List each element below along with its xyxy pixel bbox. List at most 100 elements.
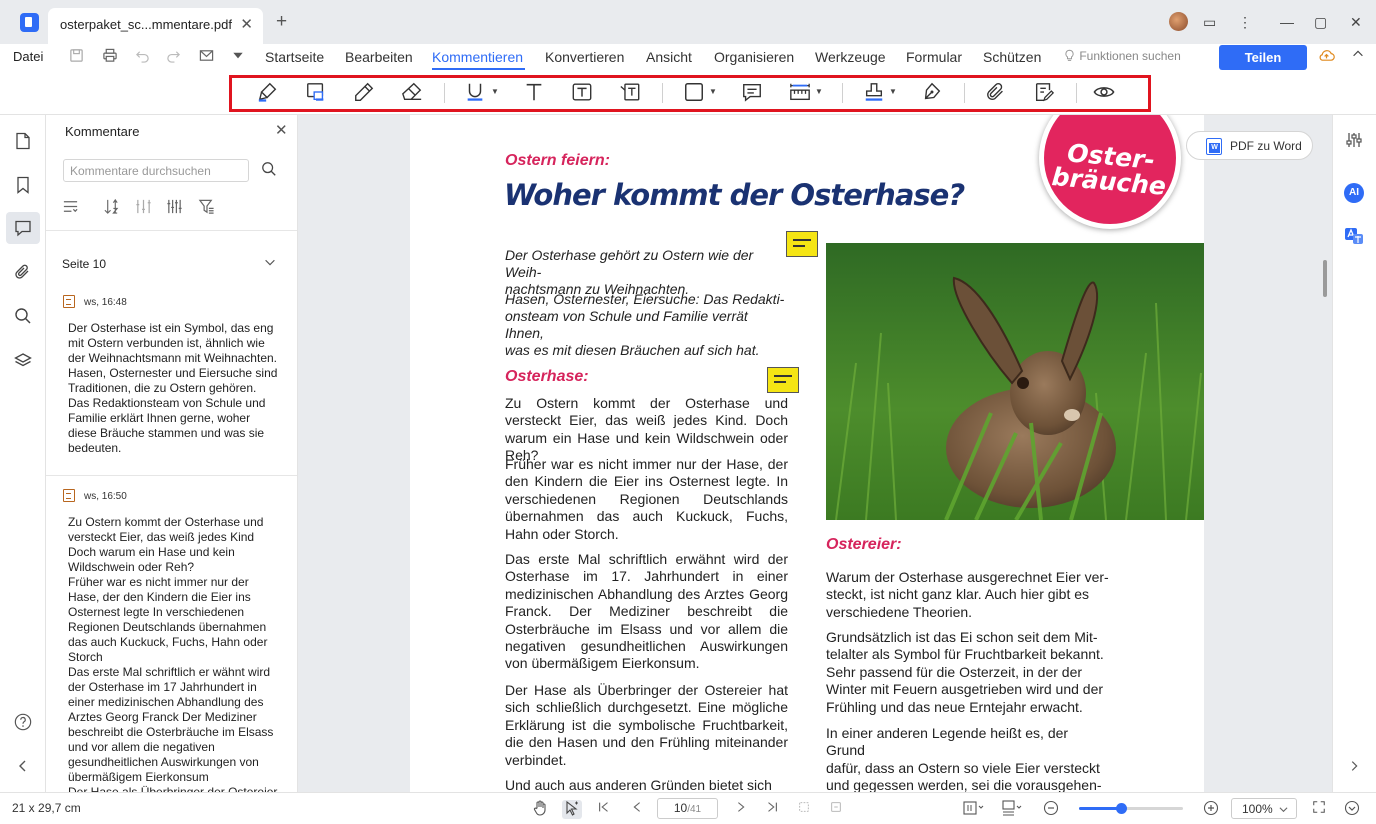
menu-werkzeuge[interactable]: Werkzeuge — [815, 49, 886, 65]
hare-photo — [826, 243, 1204, 520]
search-icon[interactable] — [13, 306, 33, 326]
comment-text[interactable]: Zu Ostern kommt der Osterhase und verste… — [68, 515, 278, 792]
avatar[interactable] — [1169, 12, 1188, 31]
comment-note-marker[interactable] — [767, 367, 799, 393]
ai-assistant-icon[interactable]: AI — [1343, 182, 1365, 204]
zoom-slider-handle[interactable] — [1115, 803, 1127, 814]
sticky-note-icon[interactable] — [1031, 81, 1057, 103]
toolbar-separator — [662, 83, 663, 103]
pencil-icon[interactable] — [351, 81, 377, 103]
menu-konvertieren[interactable]: Konvertieren — [545, 49, 624, 65]
text-icon[interactable] — [521, 81, 547, 103]
close-window-button[interactable]: ✕ — [1350, 12, 1362, 32]
callout-icon[interactable] — [617, 81, 643, 103]
minimize-button[interactable]: — — [1280, 12, 1294, 32]
share-button[interactable]: Teilen — [1219, 45, 1307, 70]
previous-page-icon[interactable] — [630, 800, 644, 817]
menu-bearbeiten[interactable]: Bearbeiten — [345, 49, 413, 65]
chevron-down-icon[interactable]: ▼ — [491, 87, 499, 96]
zoom-in-icon[interactable] — [1203, 800, 1219, 819]
pdf-to-word-button[interactable]: PDF zu Word — [1186, 131, 1313, 160]
attachment-icon[interactable] — [983, 81, 1009, 103]
close-icon[interactable]: ✕ — [275, 121, 288, 139]
zoom-select[interactable]: 100% — [1231, 798, 1297, 819]
redo-icon[interactable] — [166, 48, 181, 66]
mail-icon[interactable] — [199, 48, 214, 66]
shape-icon[interactable] — [681, 81, 707, 103]
document-tab[interactable]: osterpaket_sc...mmentare.pdf ✕ — [48, 8, 263, 44]
fullscreen-icon[interactable] — [1312, 800, 1326, 817]
collapse-ribbon-icon[interactable] — [1351, 47, 1365, 64]
comment-text[interactable]: Der Osterhase ist ein Symbol, das eng mi… — [68, 321, 278, 456]
select-tool-icon[interactable] — [562, 800, 582, 819]
bookmark-icon[interactable] — [13, 175, 33, 195]
filter-type-icon[interactable] — [166, 198, 183, 218]
filter-icon[interactable] — [198, 198, 215, 218]
page-thumbnail-icon[interactable] — [13, 131, 33, 151]
chevron-down-icon[interactable]: ▼ — [815, 87, 823, 96]
undo-icon[interactable] — [135, 48, 150, 66]
search-icon[interactable] — [261, 161, 277, 180]
comment-note-marker[interactable] — [786, 231, 818, 257]
translate-icon[interactable] — [1343, 225, 1365, 247]
menu-file[interactable]: Datei — [13, 49, 43, 64]
page-layout-icon[interactable] — [963, 800, 985, 819]
more-options-icon[interactable]: ⋮ — [1238, 12, 1252, 32]
vertical-scrollbar[interactable] — [1323, 260, 1327, 297]
next-page-icon[interactable] — [734, 800, 748, 817]
hand-tool-icon[interactable] — [532, 800, 548, 819]
collapse-all-icon[interactable] — [62, 198, 79, 218]
help-icon[interactable] — [13, 712, 33, 732]
first-page-icon[interactable] — [597, 800, 611, 817]
properties-icon[interactable] — [1343, 129, 1365, 151]
scroll-mode-icon[interactable] — [1002, 800, 1024, 819]
attachment-panel-icon[interactable] — [13, 262, 33, 282]
sort-icon[interactable] — [103, 198, 120, 218]
page-group-label[interactable]: Seite 10 — [62, 257, 106, 271]
menu-kommentieren[interactable]: Kommentieren — [432, 49, 523, 65]
zoom-slider[interactable] — [1079, 803, 1183, 814]
maximize-button[interactable]: ▢ — [1314, 12, 1327, 32]
expand-right-panel-icon[interactable] — [1343, 755, 1365, 777]
menu-schuetzen[interactable]: Schützen — [983, 49, 1041, 65]
menu-startseite[interactable]: Startseite — [265, 49, 324, 65]
tab-close-icon[interactable]: ✕ — [240, 15, 253, 33]
more-view-options-icon[interactable] — [1344, 800, 1360, 819]
eye-icon[interactable] — [1091, 81, 1117, 103]
layers-icon[interactable] — [13, 351, 33, 371]
osterbraeuche-badge: Oster- bräuche — [1039, 115, 1181, 229]
page-number-input[interactable]: 10/41 — [657, 798, 718, 819]
feature-search[interactable]: Funktionen suchen — [1063, 49, 1181, 63]
chat-icon[interactable]: ▭ — [1203, 12, 1216, 32]
document-viewport[interactable]: Oster- bräuche Ostern feiern: Woher komm… — [298, 115, 1332, 792]
chevron-down-icon[interactable]: ▼ — [889, 87, 897, 96]
collapse-sidebar-icon[interactable] — [13, 756, 33, 776]
measure-icon[interactable] — [787, 81, 813, 103]
highlight-icon[interactable] — [255, 81, 281, 103]
menu-ansicht[interactable]: Ansicht — [646, 49, 692, 65]
chevron-down-icon[interactable] — [263, 255, 277, 272]
print-icon[interactable] — [102, 48, 118, 66]
underline-icon[interactable] — [462, 81, 488, 103]
comments-search-input[interactable]: Kommentare durchsuchen — [63, 159, 249, 182]
filter-author-icon[interactable] — [135, 198, 152, 218]
signature-icon[interactable] — [919, 81, 945, 103]
quick-access-dropdown-icon[interactable] — [232, 48, 244, 66]
toolbar-separator — [842, 83, 843, 103]
menu-formular[interactable]: Formular — [906, 49, 962, 65]
textbox-icon[interactable] — [569, 81, 595, 103]
comment-panel-icon[interactable] — [6, 212, 40, 244]
new-tab-button[interactable]: + — [276, 11, 287, 33]
save-icon[interactable] — [69, 48, 84, 66]
eraser-icon[interactable] — [399, 81, 425, 103]
menu-organisieren[interactable]: Organisieren — [714, 49, 794, 65]
stamp-icon[interactable] — [861, 81, 887, 103]
fit-page-icon[interactable] — [829, 800, 843, 817]
note-icon[interactable] — [739, 81, 765, 103]
last-page-icon[interactable] — [765, 800, 779, 817]
rotate-icon[interactable] — [797, 800, 811, 817]
chevron-down-icon[interactable]: ▼ — [709, 87, 717, 96]
cloud-upload-icon[interactable] — [1318, 48, 1335, 67]
area-highlight-icon[interactable] — [303, 81, 329, 103]
zoom-out-icon[interactable] — [1043, 800, 1059, 819]
